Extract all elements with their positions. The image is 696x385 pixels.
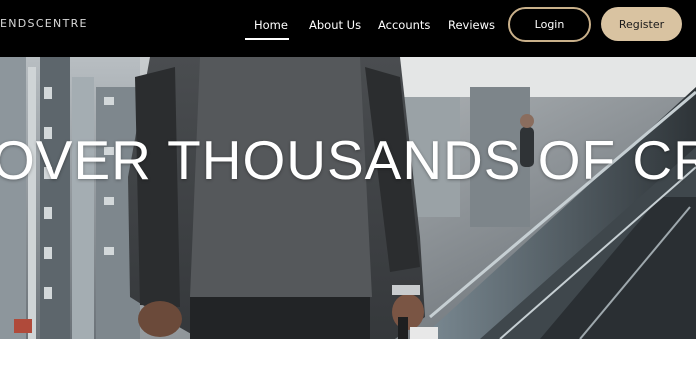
page-content-area (0, 339, 696, 385)
hero-headline: OVER THOUSANDS OF CR (0, 129, 696, 191)
nav-link-accounts[interactable]: Accounts (378, 18, 430, 38)
brand-logo-text[interactable]: ENDSCENTRE (0, 17, 88, 33)
nav-link-reviews[interactable]: Reviews (448, 18, 495, 38)
register-button[interactable]: Register (601, 7, 682, 41)
hero-banner: OVER THOUSANDS OF CR (0, 57, 696, 339)
hero-background-photo (0, 57, 696, 339)
active-nav-indicator (245, 38, 289, 40)
login-button-label: Login (534, 18, 565, 31)
nav-link-about-us[interactable]: About Us (309, 18, 361, 38)
login-button[interactable]: Login (508, 7, 591, 42)
register-button-label: Register (618, 17, 665, 31)
top-navigation-bar: ENDSCENTRE Home About Us Accounts Review… (0, 0, 696, 57)
nav-link-home[interactable]: Home (254, 18, 288, 38)
